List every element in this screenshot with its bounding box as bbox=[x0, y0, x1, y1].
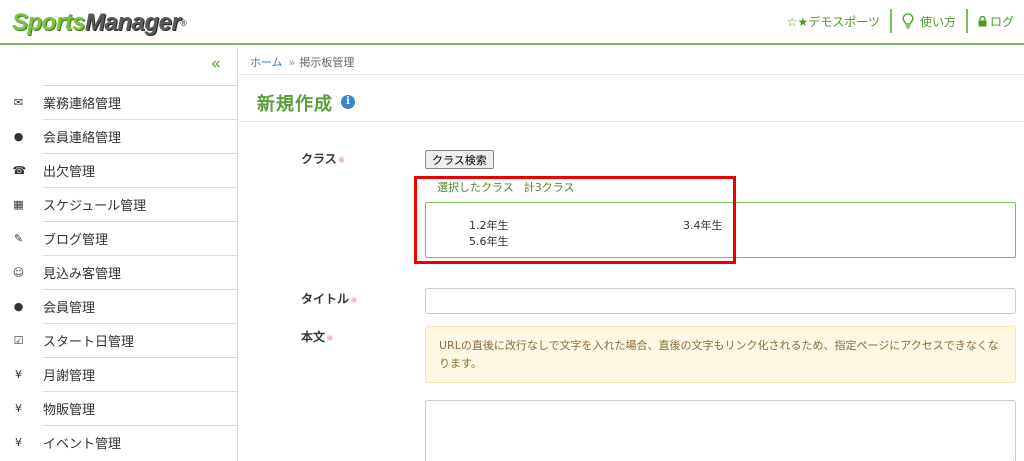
demo-sports-label: ☆★デモスポーツ bbox=[786, 14, 880, 29]
breadcrumb-home-link[interactable]: ホーム bbox=[250, 56, 283, 69]
class-search-button[interactable]: クラス検索 bbox=[425, 150, 494, 169]
howto-label: 使い方 bbox=[919, 14, 956, 29]
sidebar-item-label: 業務連絡管理 bbox=[43, 97, 122, 112]
user-icon: ● bbox=[13, 300, 24, 313]
sidebar-item-label: 見込み客管理 bbox=[43, 267, 122, 282]
breadcrumb-current: 掲示板管理 bbox=[299, 56, 355, 69]
smile-icon: ☺ bbox=[12, 266, 25, 279]
pencil-icon: ✎ bbox=[13, 232, 24, 245]
class-field-label: クラス※ bbox=[301, 152, 346, 166]
url-warning-notice: URLの直後に改行なしで文字を入れた場合、直後の文字もリンク化されるため、指定ペ… bbox=[425, 326, 1016, 383]
sidebar-item-events[interactable]: ¥ イベント管理 bbox=[0, 425, 238, 459]
envelope-icon: ✉ bbox=[13, 96, 24, 109]
sidebar-item-merchandise[interactable]: ¥ 物販管理 bbox=[0, 391, 238, 425]
sidebar-item-label: 物販管理 bbox=[43, 403, 96, 418]
demo-sports-link[interactable]: ☆★デモスポーツ bbox=[777, 8, 890, 34]
sidebar-item-label: 会員管理 bbox=[43, 301, 96, 316]
page-title-row: 新規作成 i bbox=[239, 76, 1024, 122]
info-icon[interactable]: i bbox=[341, 95, 355, 109]
calendar-icon: ▦ bbox=[13, 198, 24, 211]
sidebar-item-start-date[interactable]: ☑ スタート日管理 bbox=[0, 323, 238, 357]
sidebar-item-schedule[interactable]: ▦ スケジュール管理 bbox=[0, 187, 238, 221]
required-mark: ※ bbox=[350, 296, 358, 306]
logout-label: ログ bbox=[989, 14, 1014, 29]
sidebar-item-label: 月謝管理 bbox=[43, 369, 96, 384]
body-field-label: 本文※ bbox=[301, 330, 334, 344]
sidebar-item-label: スケジュール管理 bbox=[43, 199, 147, 214]
yen-icon: ¥ bbox=[15, 368, 22, 381]
sidebar-item-member-contact[interactable]: ● 会員連絡管理 bbox=[0, 119, 238, 153]
sidebar-item-label: イベント管理 bbox=[43, 437, 122, 452]
page-title: 新規作成 bbox=[257, 94, 333, 115]
logout-link[interactable]: ログ bbox=[968, 8, 1024, 34]
title-input[interactable] bbox=[425, 288, 1016, 314]
header-nav: ☆★デモスポーツ 使い方 ログ bbox=[777, 8, 1024, 34]
sidebar-item-blog[interactable]: ✎ ブログ管理 bbox=[0, 221, 238, 255]
app-header: SportsManager® ☆★デモスポーツ 使い方 ログ bbox=[0, 0, 1024, 45]
sidebar-item-label: 会員連絡管理 bbox=[43, 131, 122, 146]
collapse-sidebar-icon[interactable]: « bbox=[211, 55, 221, 73]
required-mark: ※ bbox=[337, 156, 346, 166]
sports-manager-logo[interactable]: SportsManager® bbox=[12, 9, 187, 37]
breadcrumb: ホーム » 掲示板管理 bbox=[239, 47, 1024, 75]
breadcrumb-separator: » bbox=[288, 56, 296, 69]
howto-link[interactable]: 使い方 bbox=[892, 8, 966, 34]
sidebar-item-business-contact[interactable]: ✉ 業務連絡管理 bbox=[0, 85, 238, 119]
yen-icon: ¥ bbox=[15, 436, 22, 449]
sidebar: « ✉ 業務連絡管理 ● 会員連絡管理 ☎ 出欠管理 ▦ スケジュール管理 ✎ … bbox=[0, 47, 238, 461]
red-highlight-box bbox=[414, 176, 736, 264]
sidebar-item-prospects[interactable]: ☺ 見込み客管理 bbox=[0, 255, 238, 289]
title-field-label: タイトル※ bbox=[301, 292, 358, 306]
sidebar-item-label: スタート日管理 bbox=[43, 335, 135, 350]
sidebar-menu: ✉ 業務連絡管理 ● 会員連絡管理 ☎ 出欠管理 ▦ スケジュール管理 ✎ ブロ… bbox=[0, 85, 238, 459]
body-textarea[interactable] bbox=[425, 400, 1016, 461]
comment-icon: ● bbox=[13, 130, 24, 143]
sidebar-item-label: 出欠管理 bbox=[43, 165, 96, 180]
sidebar-item-members[interactable]: ● 会員管理 bbox=[0, 289, 238, 323]
sidebar-item-attendance[interactable]: ☎ 出欠管理 bbox=[0, 153, 238, 187]
required-mark: ※ bbox=[326, 334, 334, 344]
lock-icon bbox=[978, 15, 987, 26]
lightbulb-icon bbox=[902, 13, 914, 29]
sidebar-item-monthly-fee[interactable]: ¥ 月謝管理 bbox=[0, 357, 238, 391]
phone-icon: ☎ bbox=[12, 164, 27, 177]
checkbox-icon: ☑ bbox=[13, 334, 24, 347]
yen-icon: ¥ bbox=[15, 402, 22, 415]
sidebar-item-label: ブログ管理 bbox=[43, 233, 109, 248]
